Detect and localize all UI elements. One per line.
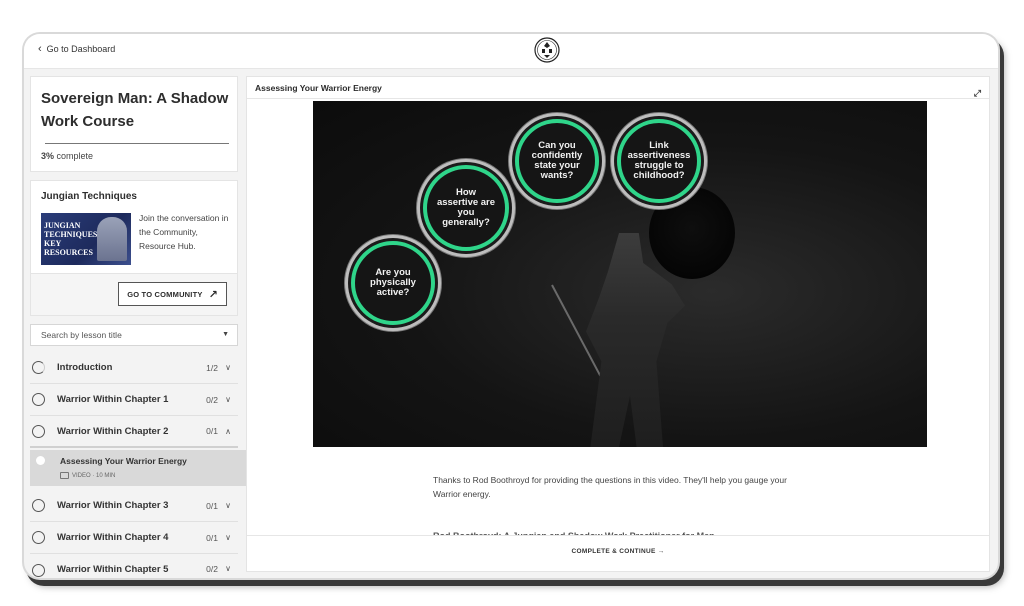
- chapter-count: 0/2: [206, 564, 218, 574]
- course-sidebar: Sovereign Man: A Shadow Work Course 3% c…: [30, 76, 248, 578]
- go-to-community-button[interactable]: GO TO COMMUNITY ↗: [118, 282, 227, 306]
- chapter-row[interactable]: Warrior Within Chapter 1 0/2 ∨: [30, 384, 238, 416]
- crest-logo-icon[interactable]: [534, 37, 560, 63]
- chapter-row[interactable]: Introduction 1/2 ∨: [30, 352, 238, 384]
- question-bubble: How assertive are you generally?: [423, 165, 509, 251]
- chevron-up-icon: ∧: [225, 426, 231, 436]
- progress-circle-icon: [32, 564, 45, 577]
- chapter-name: Warrior Within Chapter 1: [57, 394, 169, 405]
- progress-circle-icon: [32, 361, 45, 374]
- app-window: ‹ Go to Dashboard Sovereign Man: A Shado…: [24, 34, 998, 578]
- chevron-left-icon: ‹: [38, 42, 42, 55]
- statue-image: [97, 217, 127, 261]
- lesson-meta-text: VIDEO · 10 MIN: [72, 472, 116, 479]
- lesson-meta: VIDEO · 10 MIN: [60, 472, 115, 479]
- chapter-count: 0/1: [206, 532, 218, 543]
- chevron-down-icon: ∨: [225, 564, 231, 573]
- question-text: How assertive are you generally?: [436, 187, 496, 228]
- top-bar: ‹ Go to Dashboard: [24, 34, 998, 69]
- community-area: GO TO COMMUNITY ↗: [30, 274, 238, 316]
- lesson-status-dot: [36, 456, 45, 465]
- question-text: Can you confidently state your wants?: [531, 140, 583, 181]
- lesson-header: Assessing Your Warrior Energy ⤢: [247, 77, 989, 99]
- promo-card: Jungian Techniques JUNGIAN TECHNIQUES KE…: [30, 180, 238, 274]
- video-camera-icon: [60, 472, 69, 479]
- active-lesson-item[interactable]: Assessing Your Warrior Energy VIDEO · 10…: [30, 450, 248, 486]
- chapter-name: Warrior Within Chapter 5: [57, 564, 169, 575]
- promo-thumb-text: JUNGIAN TECHNIQUES KEY RESOURCES: [44, 221, 98, 257]
- go-to-community-label: GO TO COMMUNITY: [127, 289, 203, 299]
- progress-circle-icon: [32, 499, 45, 512]
- progress-circle-icon: [32, 531, 45, 544]
- question-bubble: Can you confidently state your wants?: [515, 119, 599, 203]
- expand-icon[interactable]: ⤢: [974, 82, 981, 104]
- chapter-count: 1/2: [206, 362, 218, 373]
- progress-text: 3% complete: [41, 151, 93, 161]
- chapter-name: Warrior Within Chapter 4: [57, 532, 169, 543]
- progress-circle-icon: [32, 424, 45, 438]
- chapter-name: Warrior Within Chapter 3: [57, 500, 169, 511]
- progress-percent: 3%: [41, 151, 55, 161]
- external-arrow-icon: ↗: [208, 288, 218, 301]
- chapter-row[interactable]: Warrior Within Chapter 5 0/2 ∨: [30, 554, 238, 578]
- chapter-count: 0/1: [206, 426, 218, 436]
- complete-continue-button[interactable]: COMPLETE & CONTINUE →: [247, 548, 989, 555]
- promo-thumbnail[interactable]: JUNGIAN TECHNIQUES KEY RESOURCES: [41, 213, 131, 265]
- search-placeholder: Search by lesson title: [41, 330, 122, 340]
- promo-text: Join the conversation in the Community, …: [139, 213, 229, 251]
- caret-down-icon: ▼: [222, 331, 229, 338]
- chevron-down-icon: ∨: [225, 363, 231, 372]
- go-to-dashboard-label: Go to Dashboard: [46, 44, 116, 54]
- progress-suffix: complete: [54, 151, 94, 161]
- chevron-down-icon: ∨: [225, 533, 231, 542]
- course-title: Sovereign Man: A Shadow Work Course: [41, 90, 229, 130]
- chapter-name: Warrior Within Chapter 2: [57, 425, 169, 437]
- question-bubble: Link assertiveness struggle to childhood…: [617, 119, 701, 203]
- chevron-down-icon: ∨: [225, 501, 231, 510]
- course-card: Sovereign Man: A Shadow Work Course 3% c…: [30, 76, 238, 172]
- video-player[interactable]: Are you physically active? How assertive…: [313, 101, 927, 447]
- question-text: Are you physically active?: [370, 267, 416, 298]
- chapter-count: 0/2: [206, 394, 218, 405]
- chapter-row[interactable]: Warrior Within Chapter 4 0/1 ∨: [30, 522, 238, 554]
- lesson-content: Assessing Your Warrior Energy ⤢ Are you …: [246, 76, 990, 572]
- question-text: Link assertiveness struggle to childhood…: [627, 140, 691, 181]
- promo-title: Jungian Techniques: [41, 191, 137, 202]
- chapter-count: 0/1: [206, 500, 218, 511]
- chapter-row[interactable]: Warrior Within Chapter 3 0/1 ∨: [30, 490, 238, 522]
- lesson-footer: COMPLETE & CONTINUE →: [247, 535, 989, 571]
- chevron-down-icon: ∨: [225, 395, 231, 404]
- lesson-body-text: Thanks to Rod Boothroyd for providing th…: [433, 475, 787, 499]
- chapter-row[interactable]: Warrior Within Chapter 2 0/1 ∧: [30, 416, 238, 448]
- go-to-dashboard-link[interactable]: ‹ Go to Dashboard: [38, 42, 116, 55]
- question-bubble: Are you physically active?: [351, 241, 435, 325]
- progress-circle-icon: [32, 393, 45, 406]
- chapter-name: Introduction: [57, 362, 113, 373]
- lesson-search-select[interactable]: Search by lesson title ▼: [30, 324, 238, 346]
- lesson-name: Assessing Your Warrior Energy: [60, 456, 187, 466]
- progress-bar: [45, 143, 229, 144]
- lesson-title: Assessing Your Warrior Energy: [255, 83, 382, 93]
